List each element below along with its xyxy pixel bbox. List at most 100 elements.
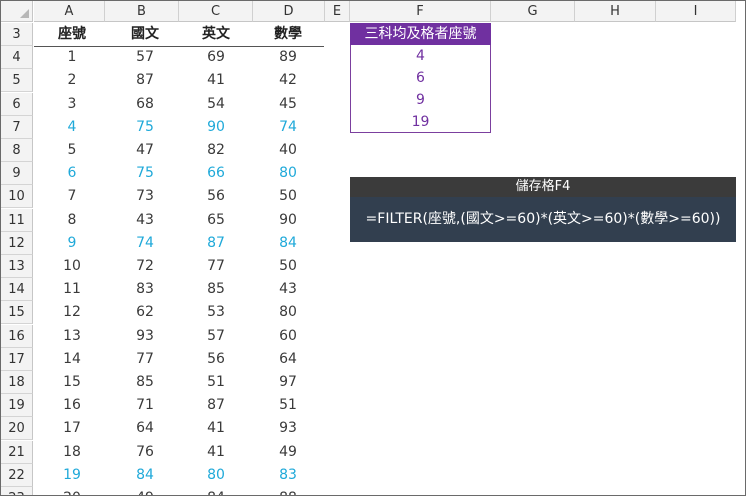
- row-header-21[interactable]: 21: [1, 440, 33, 464]
- table-cell[interactable]: 66: [176, 162, 256, 185]
- table-cell[interactable]: 45: [248, 93, 328, 116]
- filter-result-value[interactable]: 9: [350, 89, 491, 111]
- table-cell[interactable]: 6: [34, 162, 110, 185]
- row-header-13[interactable]: 13: [1, 255, 33, 278]
- table-cell[interactable]: 53: [176, 301, 256, 324]
- table-cell[interactable]: 77: [176, 255, 256, 278]
- row-header-9[interactable]: 9: [1, 162, 33, 186]
- table-cell[interactable]: 57: [176, 325, 256, 348]
- table-header-cell[interactable]: 座號: [34, 23, 110, 46]
- column-header-a[interactable]: A: [34, 1, 105, 22]
- row-header-6[interactable]: 6: [1, 92, 33, 116]
- row-header-4[interactable]: 4: [1, 46, 33, 70]
- table-cell[interactable]: 13: [34, 325, 110, 348]
- table-cell[interactable]: 60: [248, 325, 328, 348]
- table-cell[interactable]: 90: [176, 116, 256, 139]
- table-cell[interactable]: 42: [248, 69, 328, 92]
- table-cell[interactable]: 88: [248, 487, 328, 495]
- table-cell[interactable]: 71: [105, 394, 185, 417]
- table-cell[interactable]: 15: [34, 371, 110, 394]
- table-header-cell[interactable]: 英文: [176, 23, 256, 46]
- table-cell[interactable]: 87: [176, 394, 256, 417]
- row-header-20[interactable]: 20: [1, 417, 33, 441]
- table-cell[interactable]: 51: [176, 371, 256, 394]
- table-cell[interactable]: 84: [248, 232, 328, 255]
- table-cell[interactable]: 16: [34, 394, 110, 417]
- table-cell[interactable]: 76: [105, 441, 185, 464]
- table-cell[interactable]: 68: [105, 93, 185, 116]
- table-cell[interactable]: 84: [105, 464, 185, 487]
- table-cell[interactable]: 84: [176, 487, 256, 495]
- table-cell[interactable]: 83: [105, 278, 185, 301]
- filter-result-value[interactable]: 6: [350, 67, 491, 89]
- table-cell[interactable]: 9: [34, 232, 110, 255]
- row-header-22[interactable]: 22: [1, 463, 33, 487]
- table-cell[interactable]: 85: [176, 278, 256, 301]
- row-header-19[interactable]: 19: [1, 394, 33, 418]
- column-header-b[interactable]: B: [105, 1, 179, 22]
- table-cell[interactable]: 80: [248, 162, 328, 185]
- column-header-e[interactable]: E: [325, 1, 350, 22]
- spreadsheet-grid[interactable]: ABCDEFGHI 3 4 5 6 7 8 9 10 11 12 13 14 15 16 17 18 19 20 2…: [0, 0, 746, 496]
- table-cell[interactable]: 56: [176, 185, 256, 208]
- table-cell[interactable]: 43: [105, 209, 185, 232]
- table-cell[interactable]: 72: [105, 255, 185, 278]
- table-cell[interactable]: 2: [34, 69, 110, 92]
- table-cell[interactable]: 18: [34, 441, 110, 464]
- row-header-7[interactable]: 7: [1, 115, 33, 139]
- row-header-17[interactable]: 17: [1, 347, 33, 371]
- row-header-14[interactable]: 14: [1, 278, 33, 302]
- table-cell[interactable]: 41: [176, 417, 256, 440]
- table-cell[interactable]: 89: [248, 46, 328, 69]
- table-cell[interactable]: 62: [105, 301, 185, 324]
- table-header-cell[interactable]: 國文: [105, 23, 185, 46]
- table-cell[interactable]: 64: [105, 417, 185, 440]
- row-header-16[interactable]: 16: [1, 324, 33, 348]
- table-cell[interactable]: 74: [105, 232, 185, 255]
- filter-result-value[interactable]: 4: [350, 45, 491, 67]
- filter-result-title[interactable]: 三科均及格者座號: [350, 23, 491, 45]
- column-header-g[interactable]: G: [491, 1, 575, 22]
- table-cell[interactable]: 56: [176, 348, 256, 371]
- table-cell[interactable]: 14: [34, 348, 110, 371]
- table-cell[interactable]: 3: [34, 93, 110, 116]
- table-cell[interactable]: 5: [34, 139, 110, 162]
- select-all-corner[interactable]: [1, 1, 33, 22]
- table-cell[interactable]: 51: [248, 394, 328, 417]
- row-header-11[interactable]: 11: [1, 208, 33, 232]
- table-cell[interactable]: 73: [105, 185, 185, 208]
- table-cell[interactable]: 40: [248, 139, 328, 162]
- column-header-h[interactable]: H: [575, 1, 656, 22]
- table-cell[interactable]: 65: [176, 209, 256, 232]
- table-cell[interactable]: 11: [34, 278, 110, 301]
- table-cell[interactable]: 77: [105, 348, 185, 371]
- table-cell[interactable]: 90: [248, 209, 328, 232]
- row-header-23[interactable]: 23: [1, 487, 33, 495]
- table-cell[interactable]: 43: [248, 278, 328, 301]
- table-cell[interactable]: 75: [105, 116, 185, 139]
- column-header-i[interactable]: I: [656, 1, 736, 22]
- row-header-8[interactable]: 8: [1, 139, 33, 162]
- column-header-f[interactable]: F: [350, 1, 491, 22]
- row-header-12[interactable]: 12: [1, 231, 33, 255]
- table-cell[interactable]: 7: [34, 185, 110, 208]
- table-cell[interactable]: 80: [248, 301, 328, 324]
- column-header-c[interactable]: C: [179, 1, 253, 22]
- table-cell[interactable]: 87: [105, 69, 185, 92]
- table-cell[interactable]: 93: [248, 417, 328, 440]
- table-cell[interactable]: 57: [105, 46, 185, 69]
- table-cell[interactable]: 20: [34, 487, 110, 495]
- table-cell[interactable]: 8: [34, 209, 110, 232]
- table-cell[interactable]: 74: [248, 116, 328, 139]
- row-header-5[interactable]: 5: [1, 69, 33, 93]
- table-cell[interactable]: 93: [105, 325, 185, 348]
- table-cell[interactable]: 10: [34, 255, 110, 278]
- table-cell[interactable]: 4: [34, 116, 110, 139]
- row-header-15[interactable]: 15: [1, 301, 33, 325]
- table-cell[interactable]: 49: [105, 487, 185, 495]
- table-cell[interactable]: 64: [248, 348, 328, 371]
- table-cell[interactable]: 80: [176, 464, 256, 487]
- table-cell[interactable]: 75: [105, 162, 185, 185]
- filter-result-value[interactable]: 19: [350, 111, 491, 133]
- table-cell[interactable]: 50: [248, 185, 328, 208]
